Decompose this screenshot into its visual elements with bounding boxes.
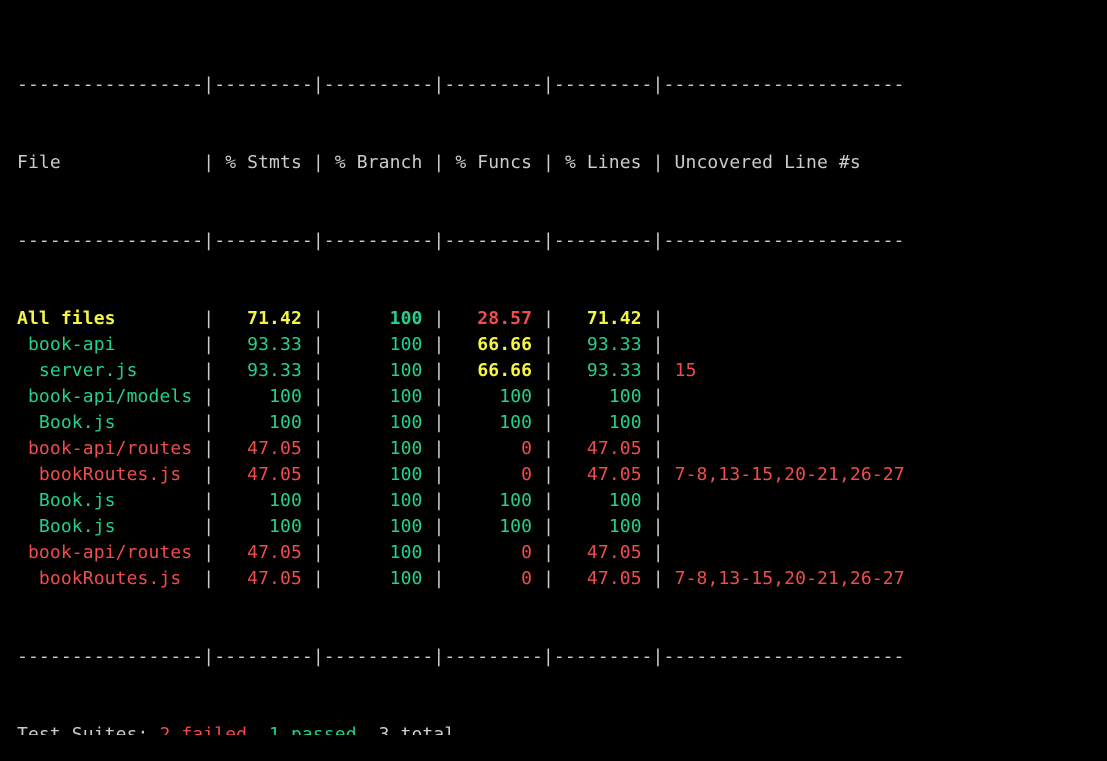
lines-value: 100	[608, 490, 642, 511]
stmts-value: 93.33	[247, 334, 302, 355]
table-header-row: File | % Stmts | % Branch | % Funcs | % …	[17, 152, 861, 173]
lines-value: 100	[608, 386, 642, 407]
funcs-value: 0	[521, 568, 533, 589]
table-row: bookRoutes.js | 47.05 | 100 | 0 | 47.05 …	[38, 568, 905, 589]
branch-value: 100	[389, 386, 423, 407]
table-row: bookRoutes.js | 47.05 | 100 | 0 | 47.05 …	[38, 464, 905, 485]
table-row: book-api | 93.33 | 100 | 66.66 | 93.33 |	[27, 334, 675, 355]
uncovered-lines: 7-8,13-15,20-21,26-27	[674, 568, 905, 589]
funcs-value: 0	[521, 438, 533, 459]
table-row: Book.js | 100 | 100 | 100 | 100 |	[38, 516, 675, 537]
branch-value: 100	[389, 334, 423, 355]
lines-value: 100	[608, 412, 642, 433]
file-name: book-api	[27, 334, 116, 355]
header-stmts: % Stmts	[225, 152, 302, 173]
stmts-value: 47.05	[247, 438, 302, 459]
lines-value: 93.33	[586, 360, 642, 381]
branch-value: 100	[389, 360, 423, 381]
stmts-value: 47.05	[247, 464, 302, 485]
summary-passed: 1 passed	[269, 724, 357, 735]
summary-failed: 2 failed	[159, 724, 248, 735]
test-suites-summary: Test Suites: 2 failed, 1 passed, 3 total	[17, 722, 905, 735]
branch-value: 100	[389, 490, 423, 511]
lines-value: 47.05	[586, 464, 642, 485]
file-name: book-api/models	[27, 386, 193, 407]
lines-value: 71.42	[586, 308, 642, 329]
branch-value: 100	[389, 542, 423, 563]
stmts-value: 47.05	[247, 568, 302, 589]
funcs-value: 0	[521, 464, 533, 485]
uncovered-lines: 15	[674, 360, 697, 381]
funcs-value: 100	[499, 386, 533, 407]
funcs-value: 28.57	[477, 308, 533, 329]
table-top-separator: -----------------|---------|----------|-…	[17, 74, 905, 95]
header-lines: % Lines	[564, 152, 642, 173]
file-name: book-api/routes	[27, 438, 193, 459]
lines-value: 47.05	[586, 568, 642, 589]
stmts-value: 71.42	[247, 308, 302, 329]
file-name: bookRoutes.js	[38, 464, 182, 485]
table-row: book-api/routes | 47.05 | 100 | 0 | 47.0…	[27, 438, 675, 459]
funcs-value: 100	[499, 412, 533, 433]
branch-value: 100	[389, 464, 423, 485]
stmts-value: 100	[269, 412, 302, 433]
file-name: Book.js	[38, 516, 116, 537]
file-name: book-api/routes	[27, 542, 193, 563]
file-name: Book.js	[38, 412, 116, 433]
table-bottom-separator: -----------------|---------|----------|-…	[17, 646, 905, 667]
header-branch: % Branch	[334, 152, 423, 173]
funcs-value: 66.66	[477, 334, 533, 355]
file-name: server.js	[38, 360, 138, 381]
table-row: book-api/routes | 47.05 | 100 | 0 | 47.0…	[27, 542, 675, 563]
uncovered-lines: 7-8,13-15,20-21,26-27	[674, 464, 905, 485]
table-row: server.js | 93.33 | 100 | 66.66 | 93.33 …	[38, 360, 697, 381]
file-name: All files	[17, 308, 116, 329]
stmts-value: 100	[269, 386, 302, 407]
header-uncovered: Uncovered Line #s	[674, 152, 861, 173]
table-header-separator: -----------------|---------|----------|-…	[17, 230, 905, 251]
funcs-value: 100	[499, 516, 533, 537]
summary-prefix: Test Suites:	[17, 724, 160, 735]
lines-value: 47.05	[586, 542, 642, 563]
summary-total: 3 total	[378, 724, 456, 735]
stmts-value: 100	[269, 516, 302, 537]
header-funcs: % Funcs	[455, 152, 533, 173]
branch-value: 100	[389, 568, 423, 589]
funcs-value: 100	[499, 490, 533, 511]
coverage-rows: All files | 71.42 | 100 | 28.57 | 71.42 …	[17, 306, 905, 592]
file-name: bookRoutes.js	[38, 568, 182, 589]
branch-value: 100	[389, 308, 423, 329]
header-file: File	[17, 152, 61, 173]
stmts-value: 93.33	[247, 360, 302, 381]
funcs-value: 0	[521, 542, 533, 563]
lines-value: 93.33	[586, 334, 642, 355]
table-row: Book.js | 100 | 100 | 100 | 100 |	[38, 412, 675, 433]
stmts-value: 47.05	[247, 542, 302, 563]
summary-sep-2: ,	[356, 724, 379, 735]
branch-value: 100	[389, 412, 423, 433]
summary-sep-1: ,	[247, 724, 270, 735]
terminal-output: -----------------|---------|----------|-…	[17, 20, 905, 761]
file-name: Book.js	[38, 490, 116, 511]
branch-value: 100	[389, 516, 423, 537]
table-row: book-api/models | 100 | 100 | 100 | 100 …	[27, 386, 675, 407]
funcs-value: 66.66	[477, 360, 533, 381]
lines-value: 47.05	[586, 438, 642, 459]
table-row: All files | 71.42 | 100 | 28.57 | 71.42 …	[17, 308, 675, 329]
stmts-value: 100	[269, 490, 302, 511]
lines-value: 100	[608, 516, 642, 537]
table-row: Book.js | 100 | 100 | 100 | 100 |	[38, 490, 675, 511]
branch-value: 100	[389, 438, 423, 459]
